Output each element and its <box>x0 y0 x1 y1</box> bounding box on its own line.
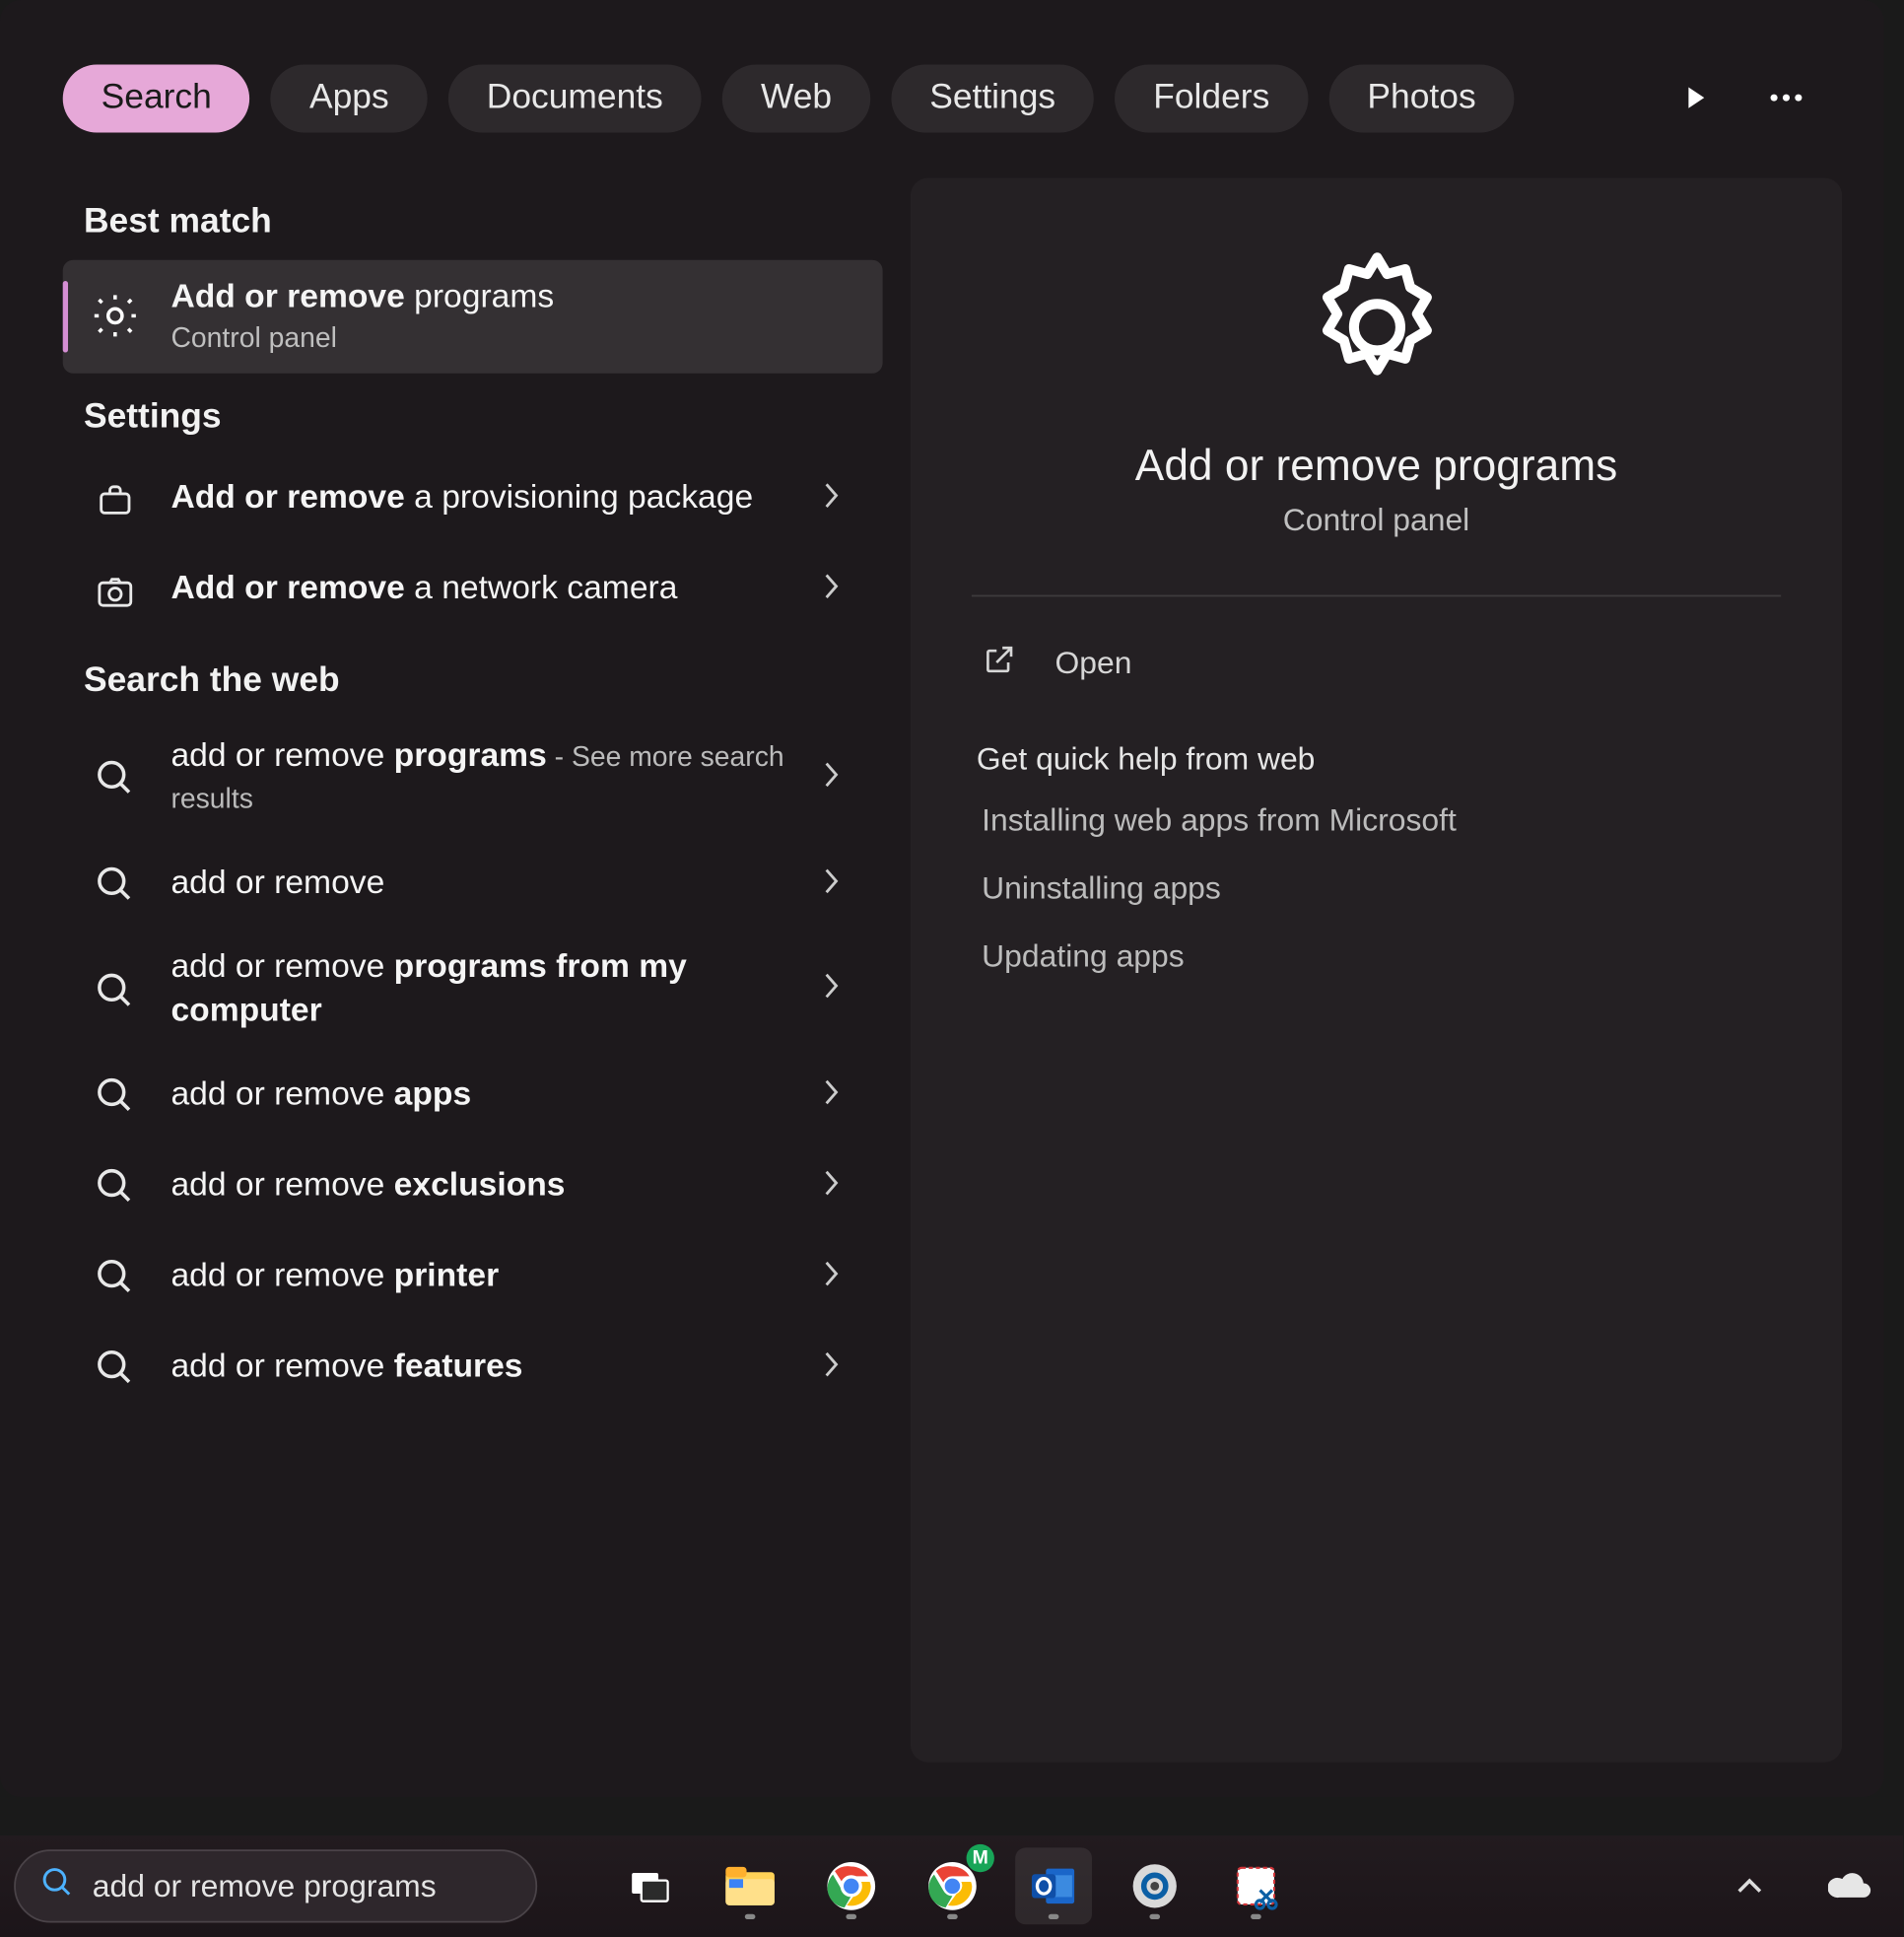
search-input[interactable] <box>93 1868 511 1904</box>
tab-search[interactable]: Search <box>63 64 250 132</box>
detail-title: Add or remove programs <box>1135 442 1617 492</box>
chevron-right-icon <box>823 1260 857 1296</box>
chevron-right-icon <box>823 1169 857 1206</box>
tab-photos[interactable]: Photos <box>1328 64 1514 132</box>
chrome-icon[interactable] <box>813 1847 890 1924</box>
detail-subtitle: Control panel <box>1283 503 1470 539</box>
open-action[interactable]: Open <box>972 625 1782 704</box>
search-icon <box>88 1159 144 1215</box>
tab-folders[interactable]: Folders <box>1115 64 1308 132</box>
outlook-icon[interactable] <box>1015 1847 1092 1924</box>
search-results-panel: Search Apps Documents Web Settings Folde… <box>0 0 1884 1797</box>
settings-result-provisioning[interactable]: Add or remove a provisioning package <box>63 454 883 545</box>
taskbar: M <box>0 1835 1903 1937</box>
gear-icon <box>1293 244 1459 410</box>
file-explorer-icon[interactable] <box>712 1847 788 1924</box>
results-list: Best match Add or remove programs Contro… <box>63 178 883 1763</box>
search-icon <box>40 1864 75 1907</box>
filter-tabs-row: Search Apps Documents Web Settings Folde… <box>0 52 1884 143</box>
search-icon <box>88 857 144 913</box>
section-search-web: Search the web <box>84 660 883 701</box>
briefcase-icon <box>88 472 144 528</box>
onedrive-icon[interactable] <box>1812 1847 1889 1924</box>
open-label: Open <box>1055 646 1132 682</box>
section-best-match: Best match <box>84 202 883 242</box>
web-result[interactable]: add or remove programs - See more search… <box>63 719 883 840</box>
tab-settings[interactable]: Settings <box>891 64 1094 132</box>
chevron-right-icon <box>823 1350 857 1387</box>
divider <box>972 595 1782 597</box>
quick-link-install-web-apps[interactable]: Installing web apps from Microsoft <box>982 802 1781 839</box>
quick-link-updating-apps[interactable]: Updating apps <box>982 938 1781 975</box>
gear-icon <box>88 289 144 345</box>
tab-documents[interactable]: Documents <box>448 64 702 132</box>
chrome-profile-icon[interactable]: M <box>914 1847 990 1924</box>
detail-pane: Add or remove programs Control panel Ope… <box>911 178 1842 1763</box>
web-result[interactable]: add or remove apps <box>63 1051 883 1141</box>
task-view-icon[interactable] <box>611 1847 688 1924</box>
more-options-icon[interactable] <box>1751 63 1821 133</box>
section-settings: Settings <box>84 397 883 438</box>
search-icon <box>88 751 144 807</box>
chevron-right-icon <box>823 573 857 609</box>
camera-icon <box>88 563 144 619</box>
search-icon <box>88 1069 144 1125</box>
settings-result-camera[interactable]: Add or remove a network camera <box>63 545 883 636</box>
quick-help-header: Get quick help from web <box>977 741 1787 778</box>
chevron-right-icon <box>823 1078 857 1115</box>
search-icon <box>88 963 144 1019</box>
tab-web[interactable]: Web <box>722 64 870 132</box>
web-result[interactable]: add or remove exclusions <box>63 1141 883 1232</box>
web-results-container: add or remove programs - See more search… <box>63 719 883 1415</box>
taskbar-search-box[interactable] <box>14 1849 537 1922</box>
chevron-right-icon <box>823 482 857 519</box>
chevron-right-icon <box>823 760 857 796</box>
tab-apps[interactable]: Apps <box>271 64 428 132</box>
web-result[interactable]: add or remove features <box>63 1323 883 1414</box>
open-external-icon <box>982 642 1016 685</box>
chevron-right-icon <box>823 866 857 903</box>
chevron-right-icon <box>823 972 857 1008</box>
best-match-result[interactable]: Add or remove programs Control panel <box>63 260 883 373</box>
search-icon <box>88 1250 144 1306</box>
play-icon[interactable] <box>1661 63 1731 133</box>
web-result[interactable]: add or remove programs from my computer <box>63 931 883 1052</box>
quick-link-uninstalling-apps[interactable]: Uninstalling apps <box>982 870 1781 907</box>
search-icon <box>88 1341 144 1397</box>
settings-app-icon[interactable] <box>1117 1847 1193 1924</box>
snipping-tool-icon[interactable] <box>1217 1847 1294 1924</box>
web-result[interactable]: add or remove <box>63 839 883 930</box>
tray-chevron-up-icon[interactable] <box>1711 1847 1788 1924</box>
web-result[interactable]: add or remove printer <box>63 1232 883 1323</box>
